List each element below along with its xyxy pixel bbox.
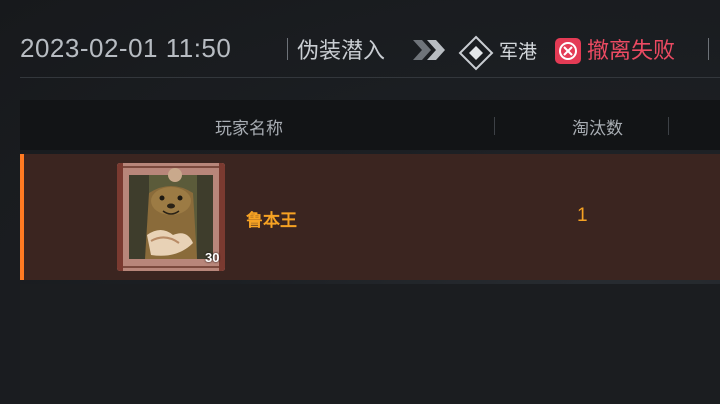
column-header-kills: 淘汰数: [572, 119, 623, 139]
chevrons-right-icon: [411, 38, 451, 66]
player-level-badge: 30: [205, 250, 220, 265]
player-name[interactable]: 鲁本王: [246, 206, 297, 231]
column-divider: [668, 117, 669, 135]
column-header-player-name: 玩家名称: [215, 119, 283, 139]
match-header: 2023-02-01 11:50 伪装潜入 军港 撤离失败: [0, 0, 720, 78]
empty-table-area: [20, 284, 720, 404]
table-row[interactable]: 30 鲁本王 1: [20, 154, 720, 280]
header-underline: [20, 77, 720, 78]
match-timestamp: 2023-02-01 11:50: [20, 33, 232, 63]
row-accent-bar: [20, 154, 24, 280]
result-status: 撤离失败: [587, 39, 676, 64]
table-header: 玩家名称 淘汰数: [20, 100, 720, 150]
kill-count: 1: [577, 205, 588, 226]
column-divider: [494, 117, 495, 135]
header-divider: [708, 38, 709, 60]
diamond-map-icon: [458, 35, 494, 75]
failure-icon: [555, 38, 581, 64]
header-divider: [287, 38, 288, 60]
game-mode-label: 伪装潜入: [297, 39, 386, 64]
map-name-label: 军港: [499, 41, 538, 63]
